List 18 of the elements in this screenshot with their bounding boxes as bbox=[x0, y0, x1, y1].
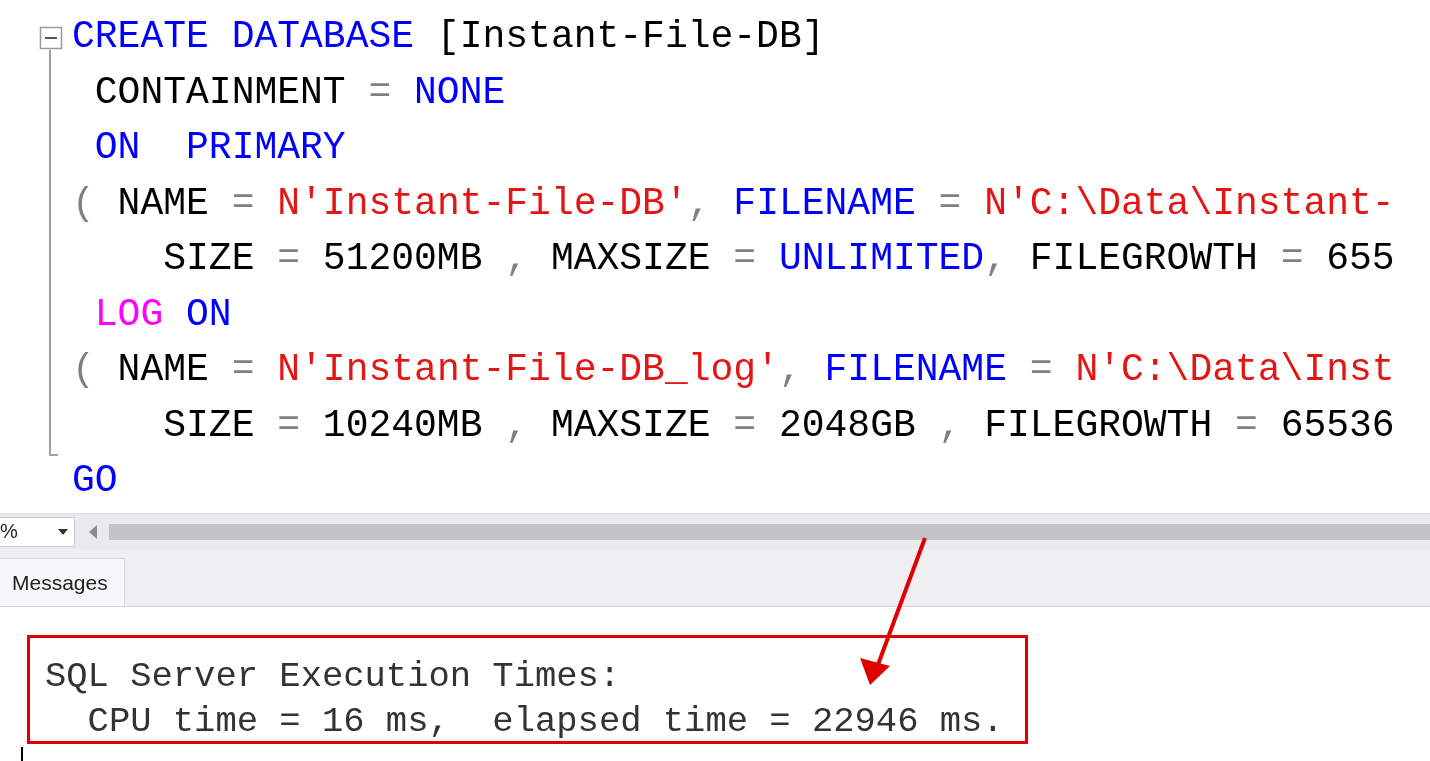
horizontal-scrollbar[interactable] bbox=[109, 523, 1430, 540]
code-line: CREATE DATABASE [Instant-File-DB] bbox=[72, 14, 826, 60]
code-line: LOG ON bbox=[93, 291, 233, 338]
scroll-left-icon[interactable] bbox=[87, 524, 99, 539]
caret-icon bbox=[58, 528, 68, 535]
code-line: SIZE = 51200MB , MAXSIZE = UNLIMITED, FILEGROWTH = 655 bbox=[162, 236, 1395, 282]
code-line: ( NAME = N'Instant-File-DB', FILENAME = N'C:\Data\Instant- bbox=[72, 180, 1395, 227]
code-line: CONTAINMENT = NONE bbox=[93, 69, 507, 116]
message-line: CPU time = 16 ms, elapsed time = 22946 ms. bbox=[86, 700, 1005, 744]
text-cursor bbox=[21, 747, 23, 761]
code-line: ON PRIMARY bbox=[93, 125, 347, 171]
collapse-icon[interactable] bbox=[39, 26, 63, 50]
message-line: SQL Server Execution Times: bbox=[45, 655, 622, 699]
code-line: GO bbox=[72, 458, 119, 504]
code-line: SIZE = 10240MB , MAXSIZE = 2048GB , FILEGROWTH = 65536 bbox=[162, 402, 1395, 449]
zoom-dropdown[interactable]: % bbox=[0, 516, 75, 547]
messages-tab[interactable]: Messages bbox=[0, 558, 125, 606]
code-line: ( NAME = N'Instant-File-DB_log', FILENAME = N'C:\Data\Inst bbox=[72, 347, 1395, 393]
